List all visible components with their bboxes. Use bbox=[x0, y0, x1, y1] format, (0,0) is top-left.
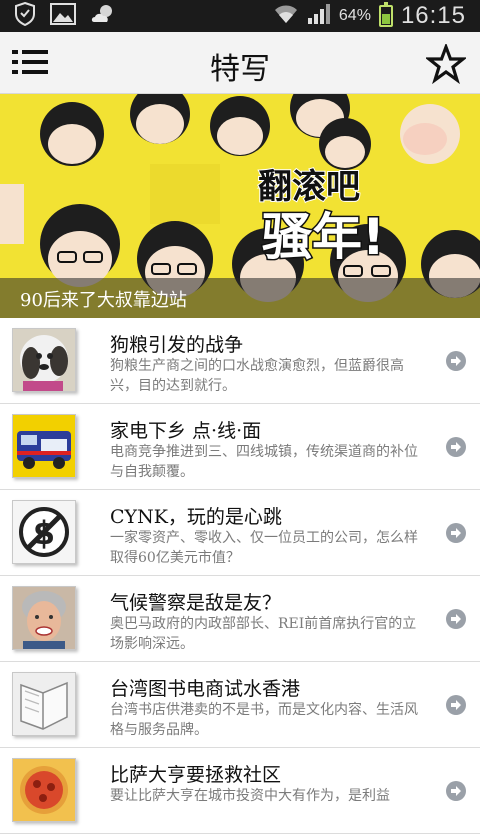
article-thumbnail bbox=[12, 672, 76, 736]
article-summary: 奥巴马政府的内政部部长、REI前首席执行官的立场影响深远。 bbox=[110, 616, 417, 652]
article-title: CYNK，玩的是心跳 bbox=[110, 506, 282, 528]
article-title: 狗粮引发的战争 bbox=[110, 334, 244, 356]
article-item[interactable]: 狗粮引发的战争 狗粮生产商之间的口水战愈演愈烈，但蓝爵很高兴，目的达到就行。 bbox=[0, 318, 480, 404]
article-title: 台湾图书电商试水香港 bbox=[110, 678, 301, 700]
star-icon[interactable] bbox=[424, 42, 468, 85]
article-summary: 台湾书店供港卖的不是书，而是文化内容、生活风格与服务品牌。 bbox=[110, 702, 418, 738]
hero-slogan-line2: 骚年! bbox=[262, 208, 385, 266]
article-summary: 狗粮生产商之间的口水战愈演愈烈，但蓝爵很高兴，目的达到就行。 bbox=[110, 358, 404, 394]
hero-caption-bar: 90后来了大叔靠边站 bbox=[0, 278, 480, 318]
battery-icon bbox=[378, 2, 393, 27]
article-summary: 一家零资产、零收入、仅一位员工的公司，怎么样取得60亿美元市值？ bbox=[110, 530, 418, 566]
hero-caption: 90后来了大叔靠边站 bbox=[20, 290, 187, 311]
page-title: 特写 bbox=[210, 52, 270, 87]
arrow-right-icon[interactable] bbox=[446, 695, 466, 715]
arrow-right-icon[interactable] bbox=[446, 609, 466, 629]
article-title: 家电下乡 点·线·面 bbox=[110, 420, 262, 442]
article-thumbnail bbox=[12, 586, 76, 650]
article-title: 比萨大亨要拯救社区 bbox=[110, 764, 282, 786]
shield-icon bbox=[14, 1, 36, 30]
article-thumbnail: $ bbox=[12, 500, 76, 564]
clock: 16:15 bbox=[400, 2, 466, 29]
wifi-icon bbox=[273, 3, 299, 29]
article-item[interactable]: 比萨大亨要拯救社区要让比萨大亨在城市投资中大有作为，是利益 bbox=[0, 748, 480, 834]
status-bar: 64% 16:15 bbox=[0, 0, 480, 32]
article-thumbnail bbox=[12, 758, 76, 822]
arrow-right-icon[interactable] bbox=[446, 351, 466, 371]
signal-icon bbox=[307, 3, 331, 29]
article-title: 气候警察是敌是友？ bbox=[110, 592, 282, 614]
title-bar: 特写 bbox=[0, 32, 480, 94]
battery-percent: 64% bbox=[338, 7, 371, 24]
arrow-right-icon[interactable] bbox=[446, 523, 466, 543]
article-item[interactable]: 家电下乡 点·线·面 电商竞争推进到三、四线城镇，传统渠道商的补位与自我颠覆。 bbox=[0, 404, 480, 490]
article-summary: 电商竞争推进到三、四线城镇，传统渠道商的补位与自我颠覆。 bbox=[110, 444, 418, 480]
arrow-right-icon[interactable] bbox=[446, 437, 466, 457]
article-list: 狗粮引发的战争 狗粮生产商之间的口水战愈演愈烈，但蓝爵很高兴，目的达到就行。 家电下… bbox=[0, 318, 480, 834]
arrow-right-icon[interactable] bbox=[446, 781, 466, 801]
article-item[interactable]: 台湾图书电商试水香港 台湾书店供港卖的不是书，而是文化内容、生活风格与服务品牌。 bbox=[0, 662, 480, 748]
weather-icon bbox=[90, 2, 118, 30]
hero-banner[interactable]: 翻滚吧 骚年! 90后来了大叔靠边站 bbox=[0, 94, 480, 318]
article-thumbnail bbox=[12, 328, 76, 392]
article-item[interactable]: $ CYNK，玩的是心跳一家零资产、零收入、仅一位员工的公司，怎么样取得60亿美元… bbox=[0, 490, 480, 576]
hero-slogan-line1: 翻滚吧 bbox=[258, 167, 360, 207]
article-summary: 要让比萨大亨在城市投资中大有作为，是利益 bbox=[110, 788, 390, 804]
image-icon bbox=[50, 3, 76, 29]
article-item[interactable]: 气候警察是敌是友？ 奥巴马政府的内政部部长、REI前首席执行官的立场影响深远。 bbox=[0, 576, 480, 662]
article-thumbnail bbox=[12, 414, 76, 478]
